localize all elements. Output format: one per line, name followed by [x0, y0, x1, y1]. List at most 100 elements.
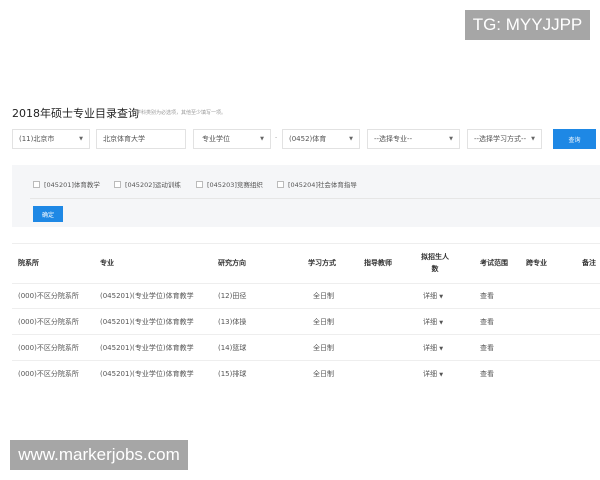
column-header: 拟招生人数: [421, 253, 449, 273]
table-cell: (045201)(专业学位)体育教学: [100, 317, 194, 327]
cell-text: (000)不区分院系所: [18, 318, 79, 326]
chevron-down-icon: ▼: [531, 136, 535, 142]
column-header: 考试范围: [480, 259, 508, 267]
cell-text: (045201)(专业学位)体育教学: [100, 344, 194, 352]
row-divider: [12, 283, 600, 284]
cell-text: 全日制: [313, 370, 334, 378]
checkbox-label: [045201]体育教学: [44, 181, 100, 189]
study-mode-value: --选择学习方式--: [474, 135, 527, 143]
view-link[interactable]: 查看: [480, 343, 494, 353]
view-link[interactable]: 查看: [480, 291, 494, 301]
checkbox-icon[interactable]: [277, 180, 284, 188]
cell-text: 查看: [480, 292, 494, 300]
column-header: 院系所: [18, 259, 39, 267]
table-cell: 全日制: [313, 317, 334, 327]
cell-text: 详细: [423, 344, 437, 352]
caret-down-icon: ▼: [439, 320, 444, 326]
cell-text: (045201)(专业学位)体育教学: [100, 370, 194, 378]
table-cell: (15)排球: [218, 369, 246, 379]
cell-text: (15)排球: [218, 370, 247, 378]
study-mode-select[interactable]: --选择学习方式-- ▼: [467, 129, 542, 149]
view-link[interactable]: 查看: [480, 369, 494, 379]
table-cell: 全日制: [313, 369, 334, 379]
cell-text: 查看: [480, 344, 494, 352]
checkbox-045202[interactable]: [045202]运动训练: [114, 179, 181, 189]
detail-dropdown[interactable]: 详细 ▼: [423, 317, 443, 327]
detail-dropdown[interactable]: 详细 ▼: [423, 343, 443, 353]
row-divider: [12, 360, 600, 361]
cell-text: (13)体操: [218, 318, 247, 326]
column-header: 备注: [582, 259, 596, 267]
column-header: 专业: [100, 259, 114, 267]
checkbox-label: [045204]社会体育指导: [288, 181, 357, 189]
discipline-value: (0452)体育: [289, 135, 327, 143]
major-select[interactable]: --选择专业-- ▼: [367, 129, 460, 149]
cell-text: (000)不区分院系所: [18, 292, 79, 300]
checkbox-icon[interactable]: [114, 180, 121, 188]
row-divider: [12, 334, 600, 335]
caret-down-icon: ▼: [439, 372, 444, 378]
separator: -: [275, 134, 278, 141]
checkbox-label: [045203]竞赛组织: [207, 181, 263, 189]
table-cell: (045201)(专业学位)体育教学: [100, 291, 194, 301]
table-cell: (12)田径: [218, 291, 246, 301]
table-cell: (13)体操: [218, 317, 246, 327]
table-cell: (045201)(专业学位)体育教学: [100, 369, 194, 379]
province-value: (11)北京市: [19, 135, 55, 143]
table-cell: 全日制: [313, 291, 334, 301]
cell-text: 全日制: [313, 344, 334, 352]
cell-text: 全日制: [313, 292, 334, 300]
table-cell: (000)不区分院系所: [18, 369, 79, 379]
cell-text: 详细: [423, 318, 437, 326]
category-value: 专业学位: [202, 135, 230, 143]
cell-text: (14)篮球: [218, 344, 247, 352]
cell-text: (000)不区分院系所: [18, 344, 79, 352]
cell-text: (000)不区分院系所: [18, 370, 79, 378]
discipline-select[interactable]: (0452)体育 ▼: [282, 129, 360, 149]
school-input[interactable]: 北京体育大学: [96, 129, 186, 149]
column-header: 学习方式: [308, 259, 336, 267]
cell-text: (045201)(专业学位)体育教学: [100, 292, 194, 300]
table-cell: (14)篮球: [218, 343, 246, 353]
watermark-top: TG: MYYJJPP: [465, 10, 590, 40]
column-header: 跨专业: [526, 259, 547, 267]
major-value: --选择专业--: [374, 135, 413, 143]
view-link[interactable]: 查看: [480, 317, 494, 327]
column-header: 研究方向: [218, 259, 246, 267]
table-cell: (000)不区分院系所: [18, 317, 79, 327]
table-cell: (000)不区分院系所: [18, 291, 79, 301]
column-header: 指导教师: [364, 259, 392, 267]
category-select[interactable]: 专业学位 ▼: [193, 129, 271, 149]
detail-dropdown[interactable]: 详细 ▼: [423, 369, 443, 379]
checkbox-045201[interactable]: [045201]体育教学: [33, 179, 100, 189]
chevron-down-icon: ▼: [260, 136, 264, 142]
chevron-down-icon: ▼: [79, 136, 83, 142]
cell-text: (045201)(专业学位)体育教学: [100, 318, 194, 326]
search-button[interactable]: 查询: [553, 129, 596, 149]
divider: [30, 198, 600, 199]
direction-panel: [12, 165, 600, 227]
confirm-button[interactable]: 确定: [33, 206, 63, 222]
row-divider: [12, 308, 600, 309]
checkbox-icon[interactable]: [196, 180, 203, 188]
checkbox-icon[interactable]: [33, 180, 40, 188]
checkbox-045204[interactable]: [045204]社会体育指导: [277, 179, 357, 189]
page-title: 2018年硕士专业目录查询: [12, 107, 139, 120]
table-cell: (000)不区分院系所: [18, 343, 79, 353]
page-hint: 学科类别为必选项，其他至少填写一项。: [136, 110, 227, 116]
cell-text: 详细: [423, 292, 437, 300]
checkbox-045203[interactable]: [045203]竞赛组织: [196, 179, 263, 189]
cell-text: 查看: [480, 318, 494, 326]
table-cell: 全日制: [313, 343, 334, 353]
cell-text: 查看: [480, 370, 494, 378]
cell-text: 详细: [423, 370, 437, 378]
school-value: 北京体育大学: [103, 135, 145, 143]
checkbox-label: [045202]运动训练: [125, 181, 181, 189]
detail-dropdown[interactable]: 详细 ▼: [423, 291, 443, 301]
table-cell: (045201)(专业学位)体育教学: [100, 343, 194, 353]
chevron-down-icon: ▼: [449, 136, 453, 142]
cell-text: 全日制: [313, 318, 334, 326]
caret-down-icon: ▼: [439, 294, 444, 300]
cell-text: (12)田径: [218, 292, 247, 300]
province-select[interactable]: (11)北京市 ▼: [12, 129, 90, 149]
